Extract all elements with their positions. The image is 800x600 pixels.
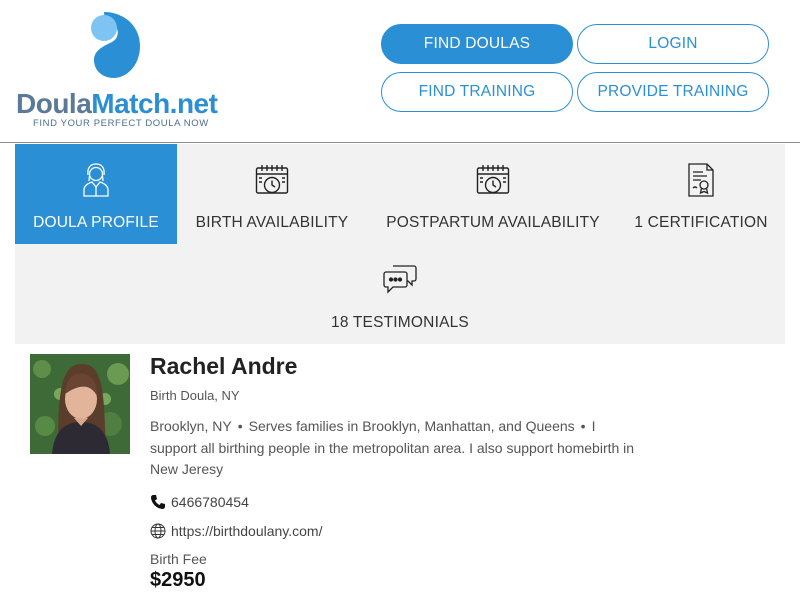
logo-tagline: FIND YOUR PERFECT DOULA NOW [33, 118, 209, 129]
logo-wordmark: DoulaMatch.net [16, 88, 218, 120]
tab-label: BIRTH AVAILABILITY [195, 214, 349, 231]
logo-word-doula: Doula [16, 88, 92, 119]
birth-fee-label: Birth Fee [150, 551, 207, 567]
provide-training-button[interactable]: PROVIDE TRAINING [577, 72, 769, 112]
tab-testimonials[interactable]: 18 TESTIMONIALS [315, 244, 485, 344]
login-button[interactable]: LOGIN [577, 24, 769, 64]
tab-label: 18 TESTIMONIALS [331, 314, 469, 331]
website-row[interactable]: https://birthdoulany.com/ [150, 523, 322, 539]
bio-service-area: Serves families in Brooklyn, Manhattan, … [248, 418, 575, 434]
doula-bio: Brooklyn, NY • Serves families in Brooklyn… [150, 416, 640, 481]
profile-tabs: DOULA PROFILE BIRTH AVAILABILITY POSTPAR… [15, 144, 785, 344]
find-training-button[interactable]: FIND TRAINING [381, 72, 573, 112]
tab-label: POSTPARTUM AVAILABILITY [386, 214, 600, 231]
doula-photo [30, 354, 130, 454]
find-doulas-button[interactable]: FIND DOULAS [381, 24, 573, 64]
bio-location: Brooklyn, NY [150, 418, 232, 434]
doula-subtitle: Birth Doula, NY [150, 388, 240, 403]
phone-row[interactable]: 6466780454 [150, 494, 249, 510]
site-logo[interactable]: DoulaMatch.net FIND YOUR PERFECT DOULA N… [16, 12, 226, 132]
doula-profile-icon [79, 162, 113, 198]
phone-icon [150, 494, 166, 510]
tab-postpartum-availability[interactable]: POSTPARTUM AVAILABILITY [373, 144, 613, 244]
tab-label: DOULA PROFILE [33, 214, 159, 231]
website-link[interactable]: https://birthdoulany.com/ [171, 523, 322, 539]
globe-icon [150, 523, 166, 539]
tab-birth-availability[interactable]: BIRTH AVAILABILITY [187, 144, 357, 244]
birth-fee-value: $2950 [150, 569, 206, 591]
calendar-clock-icon [476, 162, 510, 198]
logo-mark-icon [91, 12, 140, 78]
certificate-icon [684, 162, 718, 198]
chat-bubbles-icon [383, 262, 417, 298]
bio-separator: • [237, 418, 243, 434]
tab-doula-profile[interactable]: DOULA PROFILE [15, 144, 177, 244]
site-header: DoulaMatch.net FIND YOUR PERFECT DOULA N… [0, 0, 800, 143]
bio-separator: • [580, 418, 586, 434]
doula-name: Rachel Andre [150, 353, 298, 379]
tab-label: 1 CERTIFICATION [634, 214, 768, 231]
logo-word-match: Match.net [91, 88, 218, 119]
phone-number[interactable]: 6466780454 [171, 494, 249, 510]
calendar-clock-icon [255, 162, 289, 198]
tab-certification[interactable]: 1 CERTIFICATION [627, 144, 775, 244]
